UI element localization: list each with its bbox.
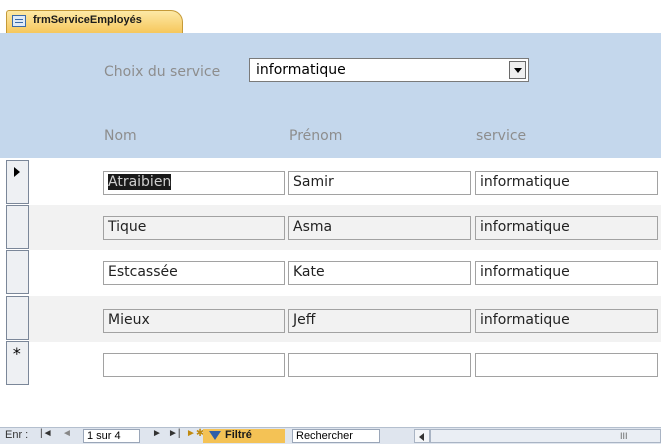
record-selector[interactable] bbox=[6, 250, 29, 294]
new-record-selector[interactable]: * bbox=[6, 341, 29, 385]
service-choice-label: Choix du service bbox=[104, 64, 221, 80]
record-navigation-bar: Enr : |◄ ◄ 1 sur 4 ► ►| ►✱ Filtré Recher… bbox=[0, 427, 661, 444]
dropdown-arrow-icon[interactable] bbox=[509, 61, 526, 79]
scroll-grip-icon[interactable]: III bbox=[620, 432, 628, 441]
new-record-icon: * bbox=[12, 344, 22, 363]
filter-toggle-button[interactable]: Filtré bbox=[203, 429, 285, 443]
service-field[interactable]: informatique bbox=[475, 171, 658, 195]
previous-record-button[interactable]: ◄ bbox=[62, 428, 72, 439]
service-field[interactable]: informatique bbox=[475, 309, 658, 333]
record-label: Enr : bbox=[5, 429, 29, 441]
form-tab[interactable]: frmServiceEmployés bbox=[6, 10, 183, 33]
search-input[interactable]: Rechercher bbox=[292, 429, 380, 443]
nom-field[interactable]: Mieux bbox=[103, 309, 285, 333]
first-record-button[interactable]: |◄ bbox=[40, 428, 53, 439]
record-selector[interactable] bbox=[6, 205, 29, 249]
service-field[interactable]: informatique bbox=[475, 261, 658, 285]
filter-label: Filtré bbox=[225, 429, 252, 441]
scroll-left-arrow-icon[interactable] bbox=[414, 429, 430, 443]
record-selector[interactable] bbox=[6, 160, 29, 204]
prenom-field[interactable]: Kate bbox=[288, 261, 471, 285]
nom-field[interactable]: Tique bbox=[103, 216, 285, 240]
column-label-service: service bbox=[476, 128, 527, 144]
prenom-field[interactable]: Samir bbox=[288, 171, 471, 195]
service-combobox-value: informatique bbox=[256, 62, 346, 78]
column-label-nom: Nom bbox=[104, 128, 137, 144]
record-position-field[interactable]: 1 sur 4 bbox=[83, 429, 140, 443]
new-prenom-field[interactable] bbox=[288, 353, 471, 377]
record-selector[interactable] bbox=[6, 296, 29, 340]
service-field[interactable]: informatique bbox=[475, 216, 658, 240]
filter-icon bbox=[209, 431, 221, 440]
last-record-button[interactable]: ►| bbox=[168, 428, 181, 439]
column-label-prenom: Prénom bbox=[289, 128, 343, 144]
new-record-nav-icon[interactable]: ►✱ bbox=[186, 428, 204, 439]
current-record-arrow-icon bbox=[14, 167, 20, 177]
new-nom-field[interactable] bbox=[103, 353, 285, 377]
service-combobox[interactable]: informatique bbox=[249, 58, 529, 82]
document-tab-bar: frmServiceEmployés bbox=[0, 0, 661, 33]
new-service-field[interactable] bbox=[475, 353, 658, 377]
prenom-field[interactable]: Jeff bbox=[288, 309, 471, 333]
next-record-button[interactable]: ► bbox=[152, 428, 162, 439]
form-tab-title: frmServiceEmployés bbox=[33, 14, 142, 26]
prenom-field[interactable]: Asma bbox=[288, 216, 471, 240]
nom-field[interactable]: Atraibien bbox=[103, 171, 285, 195]
form-icon bbox=[12, 15, 26, 27]
nom-field[interactable]: Estcassée bbox=[103, 261, 285, 285]
